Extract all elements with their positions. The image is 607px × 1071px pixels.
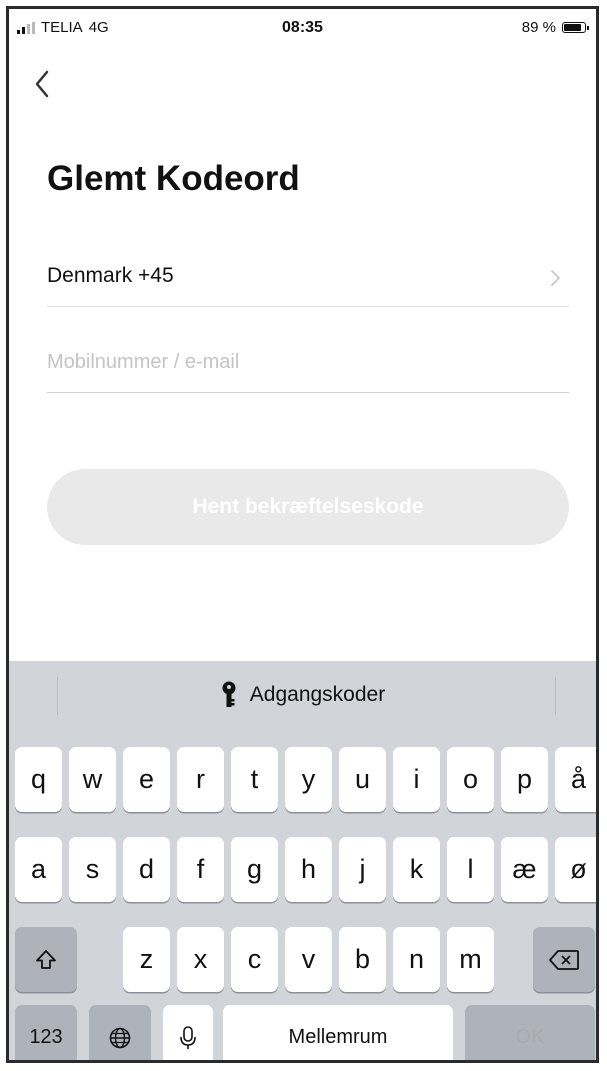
key-w[interactable]: w	[69, 747, 116, 812]
key-h[interactable]: h	[285, 837, 332, 902]
delete-key[interactable]	[533, 927, 595, 992]
globe-icon	[109, 1027, 131, 1048]
ok-key[interactable]: OK	[465, 1005, 595, 1060]
key-u[interactable]: u	[339, 747, 386, 812]
key-n[interactable]: n	[393, 927, 440, 992]
country-code-label: Denmark +45	[47, 264, 174, 287]
key-d[interactable]: d	[123, 837, 170, 902]
delete-backspace-icon	[549, 949, 579, 970]
key-t[interactable]: t	[231, 747, 278, 812]
suggestion-label: Adgangskoder	[249, 683, 386, 706]
key-o[interactable]: o	[447, 747, 494, 812]
back-button[interactable]	[29, 64, 59, 104]
key-m[interactable]: m	[447, 927, 494, 992]
on-screen-keyboard: Adgangskoder qwertyuiopå asdfghjklæø zxc…	[9, 661, 596, 1060]
status-time: 08:35	[282, 19, 323, 36]
globe-key[interactable]	[89, 1005, 151, 1060]
key-å[interactable]: å	[555, 747, 596, 812]
key-æ[interactable]: æ	[501, 837, 548, 902]
key-g[interactable]: g	[231, 837, 278, 902]
battery-percent: 89 %	[521, 19, 556, 36]
key-i[interactable]: i	[393, 747, 440, 812]
status-bar: TELIA 4G 08:35 89 %	[9, 9, 596, 49]
key-r[interactable]: r	[177, 747, 224, 812]
key-v[interactable]: v	[285, 927, 332, 992]
phone-email-input[interactable]	[47, 344, 547, 380]
battery-icon	[562, 22, 589, 33]
numbers-key[interactable]: 123	[15, 1005, 77, 1060]
key-icon	[222, 681, 236, 707]
key-x[interactable]: x	[177, 927, 224, 992]
chevron-right-icon	[551, 270, 560, 286]
key-c[interactable]: c	[231, 927, 278, 992]
key-f[interactable]: f	[177, 837, 224, 902]
key-y[interactable]: y	[285, 747, 332, 812]
shift-arrow-icon	[36, 949, 56, 969]
key-k[interactable]: k	[393, 837, 440, 902]
chevron-left-icon	[35, 70, 49, 98]
microphone-icon	[180, 1025, 196, 1049]
phone-email-field-container	[47, 334, 569, 393]
key-q[interactable]: q	[15, 747, 62, 812]
microphone-key[interactable]	[163, 1005, 213, 1060]
key-z[interactable]: z	[123, 927, 170, 992]
status-right: 89 %	[521, 19, 589, 36]
country-code-selector[interactable]: Denmark +45	[47, 249, 569, 307]
key-a[interactable]: a	[15, 837, 62, 902]
battery-fill	[564, 24, 581, 31]
get-verification-code-button[interactable]: Hent bekræftelseskode	[47, 469, 569, 545]
key-s[interactable]: s	[69, 837, 116, 902]
key-ø[interactable]: ø	[555, 837, 596, 902]
key-e[interactable]: e	[123, 747, 170, 812]
phone-screen: TELIA 4G 08:35 89 % Glemt Kodeord Denmar…	[6, 6, 599, 1063]
page-title: Glemt Kodeord	[47, 159, 300, 198]
suggestion-divider	[555, 677, 556, 715]
key-b[interactable]: b	[339, 927, 386, 992]
suggestion-divider	[57, 677, 58, 715]
shift-key[interactable]	[15, 927, 77, 992]
space-key[interactable]: Mellemrum	[223, 1005, 453, 1060]
key-j[interactable]: j	[339, 837, 386, 902]
key-p[interactable]: p	[501, 747, 548, 812]
key-l[interactable]: l	[447, 837, 494, 902]
password-suggestion-bar[interactable]: Adgangskoder	[9, 661, 596, 729]
